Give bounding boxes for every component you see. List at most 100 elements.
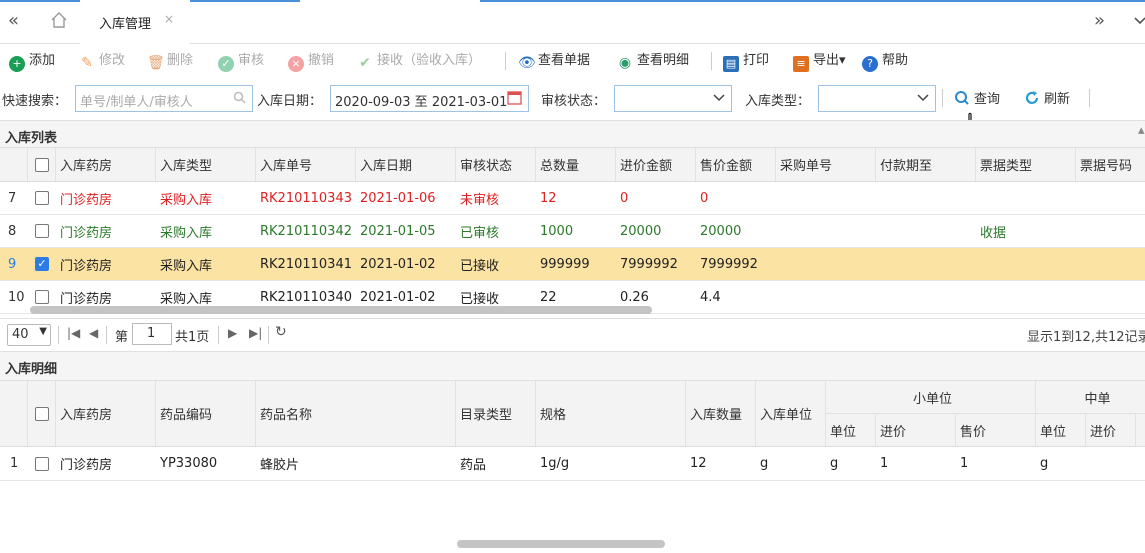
table-cell [876,182,976,214]
table-cell: 20000 [700,223,742,239]
column-header[interactable]: 入库药房 [56,148,156,181]
delete-button[interactable]: 🗑 删除 [147,52,193,71]
column-header[interactable]: 入库单号 [256,148,356,181]
table-cell: g [1040,456,1049,471]
column-header[interactable]: 入库单位 [756,381,826,446]
quick-search-input[interactable]: 单号/制单人/审核人 [75,85,253,112]
column-header[interactable]: 采购单号 [776,148,876,181]
sub-column-header[interactable]: 单位 [826,414,876,447]
date-range-input[interactable]: 2020-09-03 至 2021-03-01 [330,85,529,112]
status-select[interactable] [614,85,732,112]
table-cell: 未审核 [460,192,500,208]
list-horizontal-scrollbar[interactable] [30,306,652,314]
select-all-cell [28,381,56,446]
calendar-icon[interactable] [507,90,522,108]
first-page-icon[interactable]: |◀ [67,326,80,340]
row-checkbox[interactable] [35,224,49,238]
tab-inbound-management[interactable]: 入库管理 × [80,0,190,44]
select-all-checkbox[interactable] [35,406,49,421]
column-header[interactable]: 付款期至 [876,148,976,181]
date-label: 入库日期： [257,94,323,109]
add-button[interactable]: + 添加 [9,52,55,72]
help-button[interactable]: ? 帮助 [862,52,908,72]
magnifier-icon [954,90,970,106]
search-separator [942,89,943,107]
table-cell: 采购入库 [160,192,213,208]
column-header[interactable]: 规格 [536,381,686,446]
row-checkbox[interactable] [35,290,49,304]
table-cell [876,281,976,313]
row-checkbox-cell [28,447,56,480]
scroll-left-icon[interactable]: « [8,10,19,31]
search-separator [1089,89,1090,107]
collapse-icon[interactable]: ▴ [1138,123,1145,138]
home-icon[interactable] [50,11,68,34]
select-all-cell [28,148,56,181]
table-cell: 1000 [540,223,574,239]
column-header[interactable]: 票据类型 [976,148,1076,181]
table-row[interactable]: 1 门诊药房 YP33080 蜂胶片 药品 1g/g 12 g g 1 1 g [0,447,1145,481]
column-header[interactable]: 药品编码 [156,381,256,446]
detail-horizontal-scrollbar[interactable] [457,540,665,548]
table-cell [776,215,876,247]
table-row[interactable]: 7 门诊药房 采购入库 RK210110343 2021-01-06 未审核 12 0 0 [0,182,1145,215]
column-header[interactable]: 入库类型 [156,148,256,181]
column-header[interactable]: 审核状态 [456,148,536,181]
row-checkbox-cell [28,182,56,214]
receive-button[interactable]: ✔ 接收（验收入库） [357,52,481,71]
eye-icon: 👁 [518,55,536,71]
page-prefix: 第 [115,330,129,345]
approve-button[interactable]: ✓ 审核 [218,52,264,72]
row-number: 9 [8,256,17,272]
table-cell: 0 [620,190,629,206]
row-number: 8 [8,223,17,239]
table-row[interactable]: 8 门诊药房 采购入库 RK210110342 2021-01-05 已审核 1000 200… [0,215,1145,248]
view-document-button[interactable]: 👁 查看单据 [518,52,590,71]
prev-page-icon[interactable]: ◀ [89,326,98,340]
column-header[interactable]: 进价金额 [616,148,696,181]
next-page-icon[interactable]: ▶ [228,326,237,340]
edit-button[interactable]: ✎ 修改 [79,52,125,71]
column-header[interactable]: 总数量 [536,148,616,181]
select-all-checkbox[interactable] [35,157,49,172]
type-select[interactable] [818,85,936,112]
column-header[interactable]: 药品名称 [256,381,456,446]
table-cell [776,248,876,280]
revoke-button[interactable]: × 撤销 [288,52,334,72]
column-header[interactable]: 目录类型 [456,381,536,446]
print-button[interactable]: ▤ 打印 [723,52,769,72]
column-header[interactable]: 票据号码 [1076,148,1145,181]
column-header[interactable]: 入库药房 [56,381,156,446]
column-header[interactable]: 售价金额 [696,148,776,181]
table-cell: 20000 [620,223,662,239]
row-checkbox[interactable] [35,191,49,205]
sub-column-header[interactable]: 售价 [956,414,1036,447]
sub-column-header[interactable]: 进价 [876,414,956,447]
column-header[interactable]: 入库数量 [686,381,756,446]
view-detail-button[interactable]: ◉ 查看明细 [617,52,689,71]
tab-label: 入库管理 [99,17,152,32]
scroll-right-icon[interactable]: » [1094,10,1105,31]
column-header[interactable]: 入库日期 [356,148,456,181]
sub-column-header[interactable]: 单位 [1036,414,1086,447]
export-button[interactable]: ≡ 导出▾ [793,52,846,72]
table-row[interactable]: 9 ✓ 门诊药房 采购入库 RK210110341 2021-01-02 已接收 999999… [0,248,1145,281]
page-size-select[interactable]: 40 ▼ [7,324,51,346]
table-cell [876,215,976,247]
last-page-icon[interactable]: ▶| [249,326,262,340]
refresh-button[interactable]: 刷新 [1024,90,1070,108]
pager-separator [268,326,269,344]
table-cell [976,182,1076,214]
row-checkbox[interactable]: ✓ [35,257,49,271]
refresh-icon [1024,90,1040,106]
chevron-down-icon[interactable] [1134,12,1145,33]
list-title: 入库列表 [5,131,58,146]
page-number-input[interactable]: 1 [132,323,172,345]
query-button[interactable]: 查询 [954,90,1000,108]
row-checkbox[interactable] [35,456,49,471]
reload-icon[interactable]: ↻ [275,324,287,340]
row-checkbox-cell [28,215,56,247]
printer-icon: ▤ [723,56,739,72]
sub-column-header[interactable]: 进价 [1086,414,1136,447]
close-icon[interactable]: × [164,12,174,26]
